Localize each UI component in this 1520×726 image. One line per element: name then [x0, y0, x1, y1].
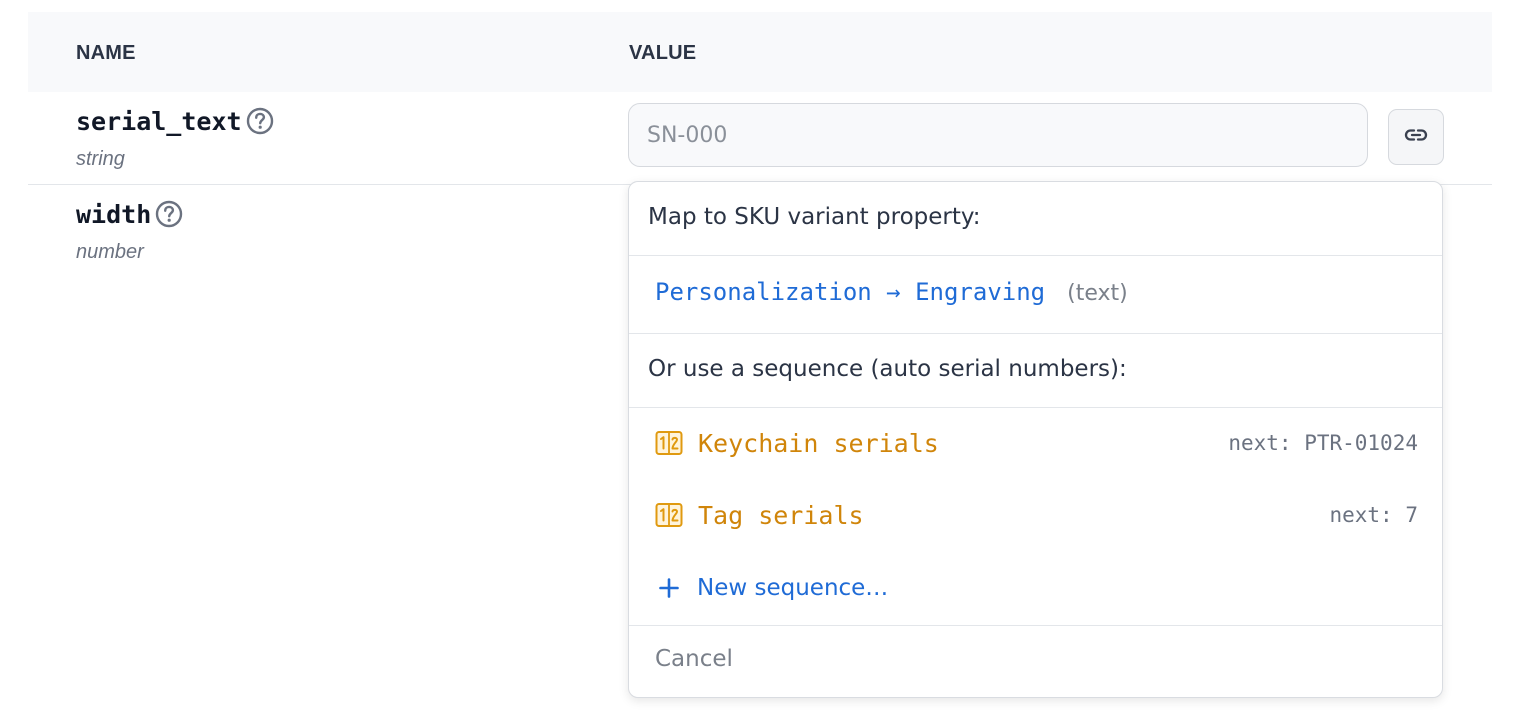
- param-name: width: [76, 199, 152, 229]
- divider: [629, 333, 1442, 334]
- plus-icon: [655, 574, 683, 602]
- sequence-name: Keychain serials: [698, 428, 939, 458]
- divider: [629, 625, 1442, 626]
- link-icon: [1403, 122, 1429, 153]
- param-name-cell: width: [76, 199, 184, 229]
- table-header: NAME VALUE: [28, 12, 1492, 92]
- column-header-name: NAME: [76, 42, 136, 64]
- sequence-item-tag-serials[interactable]: Tag serials next: 7: [655, 495, 1418, 535]
- divider: [629, 255, 1442, 256]
- param-type: string: [76, 148, 125, 170]
- mapping-type: (text): [1067, 281, 1128, 306]
- page: NAME VALUE serial_text string SN-000 wid…: [0, 0, 1520, 726]
- link-property-button[interactable]: [1388, 109, 1444, 165]
- param-type: number: [76, 241, 144, 263]
- serial-text-input[interactable]: [628, 103, 1368, 167]
- link-property-dropdown: Map to SKU variant property: Personaliza…: [628, 181, 1443, 698]
- sequence-item-keychain-serials[interactable]: Keychain serials next: PTR-01024: [655, 423, 1418, 463]
- cancel-button[interactable]: Cancel: [655, 646, 733, 672]
- question-circle-icon[interactable]: [154, 199, 184, 229]
- sequence-next-value: next: PTR-01024: [1228, 431, 1418, 455]
- sequence-section-title: Or use a sequence (auto serial numbers):: [648, 356, 1127, 382]
- param-name-cell: serial_text: [76, 106, 275, 136]
- question-circle-icon[interactable]: [245, 106, 275, 136]
- numbered-sequence-icon: [655, 430, 683, 456]
- column-header-value: VALUE: [629, 42, 697, 64]
- mapping-path: Personalization → Engraving: [655, 278, 1046, 306]
- sequence-next-value: next: 7: [1329, 503, 1418, 527]
- param-name: serial_text: [76, 106, 242, 136]
- sequence-name: Tag serials: [698, 500, 864, 530]
- divider: [629, 407, 1442, 408]
- new-sequence-label: New sequence…: [697, 575, 889, 601]
- table-row: serial_text string: [28, 92, 1492, 185]
- numbered-sequence-icon: [655, 502, 683, 528]
- mapping-option-engraving[interactable]: Personalization → Engraving (text): [655, 278, 1128, 306]
- map-section-title: Map to SKU variant property:: [648, 204, 981, 230]
- new-sequence-button[interactable]: New sequence…: [655, 568, 888, 608]
